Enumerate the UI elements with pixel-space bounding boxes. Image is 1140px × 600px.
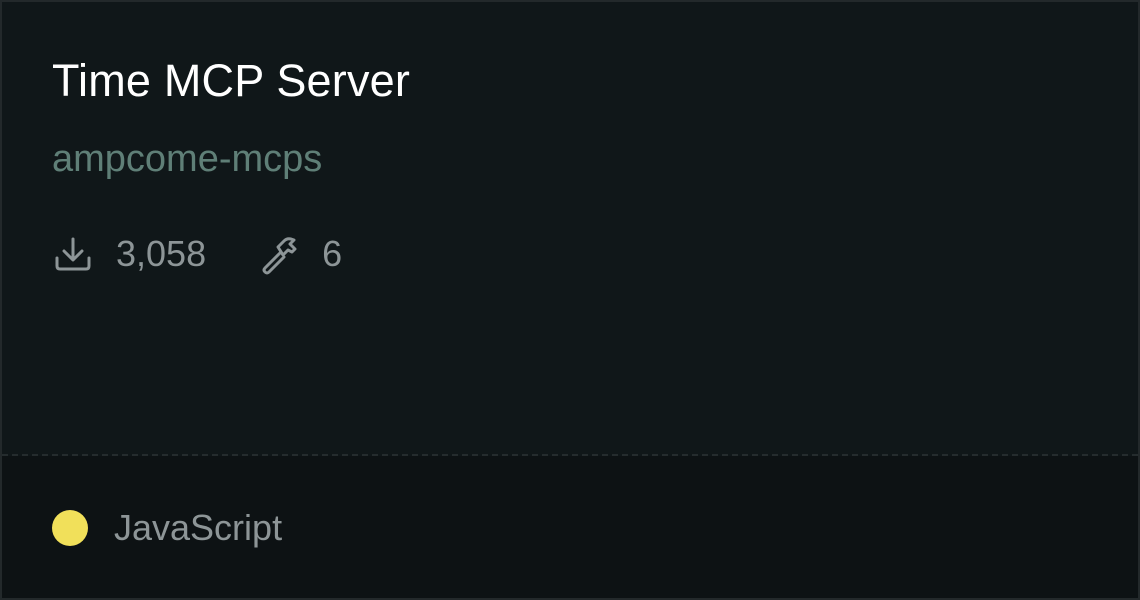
server-title[interactable]: Time MCP Server <box>52 54 410 108</box>
server-card[interactable]: Time MCP Server ampcome-mcps 3,058 6 Jav… <box>0 0 1140 600</box>
stats-row: 3,058 6 <box>52 230 342 278</box>
language-tag: JavaScript <box>52 506 282 550</box>
download-icon <box>52 233 94 275</box>
downloads-count: 3,058 <box>116 233 207 274</box>
card-body: Time MCP Server ampcome-mcps 3,058 6 <box>2 2 1138 454</box>
card-footer: JavaScript <box>2 456 1138 598</box>
language-label: JavaScript <box>114 507 283 548</box>
downloads-stat: 3,058 <box>52 232 206 276</box>
tools-count: 6 <box>322 233 343 274</box>
hammer-icon <box>258 233 300 275</box>
language-color-dot <box>52 510 88 546</box>
server-owner[interactable]: ampcome-mcps <box>52 136 322 182</box>
tools-stat: 6 <box>258 232 342 276</box>
